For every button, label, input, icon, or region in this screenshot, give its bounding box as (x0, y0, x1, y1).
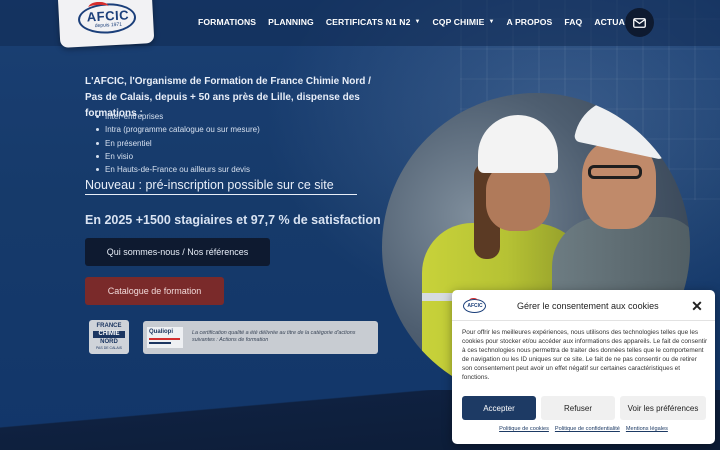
formation-types-list: Inter-entreprises Intra (programme catal… (96, 110, 260, 176)
privacy-policy-link[interactable]: Politique de confidentialité (555, 426, 620, 432)
nav-item-a-propos[interactable]: A PROPOS (506, 17, 552, 27)
france-chimie-logo: FRANCE CHIMIE NORD PAS DE CALAIS (89, 320, 129, 354)
nav-item-planning[interactable]: PLANNING (268, 17, 314, 27)
nav-item-certificats[interactable]: CERTIFICATS N1 N2 ▼ (326, 17, 421, 27)
cookie-body-text: Pour offrir les meilleures expériences, … (462, 329, 708, 382)
about-references-button[interactable]: Qui sommes-nous / Nos références (85, 238, 270, 266)
cookie-policy-link[interactable]: Politique de cookies (499, 426, 549, 432)
chevron-down-icon: ▼ (488, 19, 495, 25)
cookie-logo: AFCIC (462, 296, 488, 318)
photo-shape (588, 165, 642, 179)
nav-label: CQP CHIMIE (432, 17, 485, 27)
catalog-button[interactable]: Catalogue de formation (85, 277, 224, 305)
nav-label: A PROPOS (506, 17, 553, 27)
qualiopi-text: La certification qualité a été délivrée … (192, 330, 356, 343)
qualiopi-certification: Qualiopi La certification qualité a été … (143, 321, 378, 354)
cookie-consent-dialog: AFCIC Gérer le consentement aux cookies … (452, 290, 715, 444)
contact-mail-button[interactable] (625, 8, 654, 37)
nav-label: FORMATIONS (198, 17, 257, 27)
nav-label: CERTIFICATS N1 N2 (325, 17, 411, 27)
site-header: AFCIC depuis 1971 FORMATIONS PLANNING CE… (0, 0, 720, 48)
list-item: Intra (programme catalogue ou sur mesure… (96, 123, 260, 136)
nav-label: PLANNING (268, 17, 314, 27)
close-icon[interactable]: ✕ (690, 299, 704, 313)
divider (452, 320, 715, 321)
satisfaction-stats: En 2025 +1500 stagiaires et 97,7 % de sa… (85, 213, 381, 227)
cookie-title: Gérer le consentement aux cookies (517, 301, 659, 311)
main-nav: FORMATIONS PLANNING CERTIFICATS N1 N2 ▼ C… (198, 0, 662, 44)
refuse-cookies-button[interactable]: Refuser (541, 396, 615, 420)
view-preferences-button[interactable]: Voir les préférences (620, 396, 706, 420)
afcic-logo[interactable]: AFCIC depuis 1971 (58, 0, 155, 48)
cookie-links: Politique de cookies Politique de confid… (452, 426, 715, 432)
photo-shape (486, 163, 550, 231)
logo-text: AFCIC (467, 303, 483, 309)
logo-line: NORD (100, 339, 118, 345)
qualiopi-logo: Qualiopi (147, 327, 183, 348)
qualiopi-name: Qualiopi (149, 329, 173, 335)
photo-shape (478, 115, 558, 173)
nav-item-faq[interactable]: FAQ (564, 17, 582, 27)
logo-line: FRANCE (96, 323, 122, 329)
list-item: En Hauts-de-France ou ailleurs sur devis (96, 163, 260, 176)
logo-line: CHIMIE (93, 331, 125, 338)
nav-item-formations[interactable]: FORMATIONS (198, 17, 256, 27)
logo-bar (149, 342, 171, 344)
list-item: En présentiel (96, 137, 260, 150)
accept-cookies-button[interactable]: Accepter (462, 396, 536, 420)
envelope-icon (633, 17, 646, 28)
nav-label: FAQ (564, 17, 583, 27)
list-item: Inter-entreprises (96, 110, 260, 123)
nav-item-cqp-chimie[interactable]: CQP CHIMIE ▼ (433, 17, 495, 27)
chevron-down-icon: ▼ (414, 19, 421, 25)
preregistration-link[interactable]: Nouveau : pré-inscription possible sur c… (85, 178, 357, 195)
logo-bar (149, 338, 180, 340)
legal-notice-link[interactable]: Mentions légales (626, 426, 668, 432)
logo-line: PAS DE CALAIS (95, 346, 122, 350)
list-item: En visio (96, 150, 260, 163)
